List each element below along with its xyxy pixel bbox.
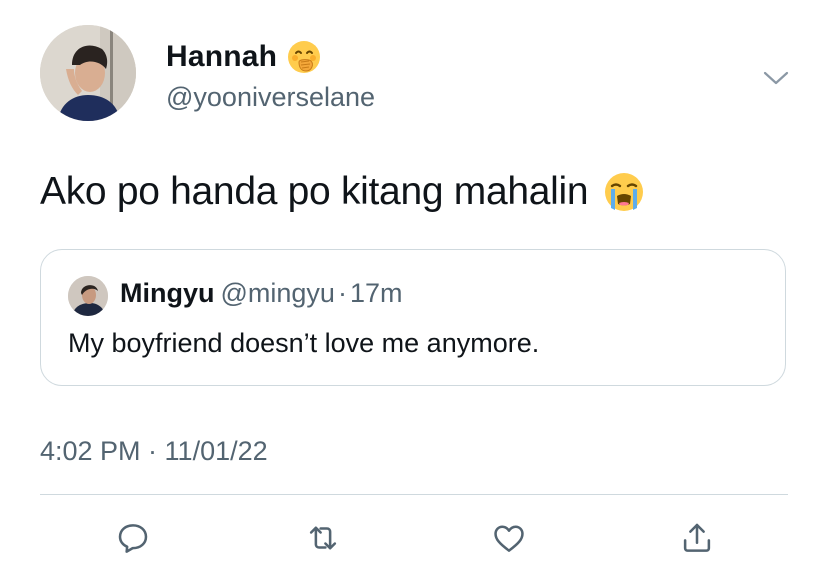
author-handle[interactable]: @yooniverselane bbox=[166, 82, 375, 113]
quoted-author-handle[interactable]: @mingyu bbox=[221, 278, 335, 308]
reply-icon bbox=[118, 524, 148, 553]
tweet-text-content: Ako po handa po kitang mahalin bbox=[40, 170, 589, 213]
quoted-tweet-card[interactable]: Mingyu @mingyu · 17m My boyfriend doesn’t l… bbox=[40, 249, 786, 386]
separator-dot: · bbox=[337, 278, 347, 308]
divider bbox=[40, 494, 788, 495]
face-with-hand-over-mouth-icon bbox=[288, 41, 321, 73]
quoted-author-name[interactable]: Mingyu bbox=[120, 278, 215, 308]
reply-button[interactable] bbox=[111, 516, 155, 560]
tweet-timestamp[interactable]: 4:02 PM · 11/01/22 bbox=[40, 436, 268, 467]
share-icon bbox=[683, 523, 711, 552]
heart-icon bbox=[494, 525, 524, 552]
retweet-button[interactable] bbox=[301, 516, 345, 560]
author-avatar[interactable] bbox=[40, 25, 136, 121]
author-display-name[interactable]: Hannah bbox=[166, 40, 321, 74]
chevron-down-icon bbox=[763, 71, 789, 85]
like-button[interactable] bbox=[487, 516, 531, 560]
tweet-text: Ako po handa po kitang mahalin bbox=[40, 170, 644, 214]
author-name-text: Hannah bbox=[166, 40, 278, 73]
loudly-crying-face-icon bbox=[605, 173, 644, 211]
retweet-icon bbox=[309, 526, 337, 550]
quoted-tweet-time: 17m bbox=[349, 278, 403, 308]
quoted-tweet-header: Mingyu @mingyu · 17m bbox=[120, 278, 402, 309]
quoted-author-avatar[interactable] bbox=[68, 276, 108, 316]
more-options-button[interactable] bbox=[762, 66, 790, 90]
quoted-tweet-text: My boyfriend doesn’t love me anymore. bbox=[68, 328, 540, 358]
share-button[interactable] bbox=[675, 516, 719, 560]
